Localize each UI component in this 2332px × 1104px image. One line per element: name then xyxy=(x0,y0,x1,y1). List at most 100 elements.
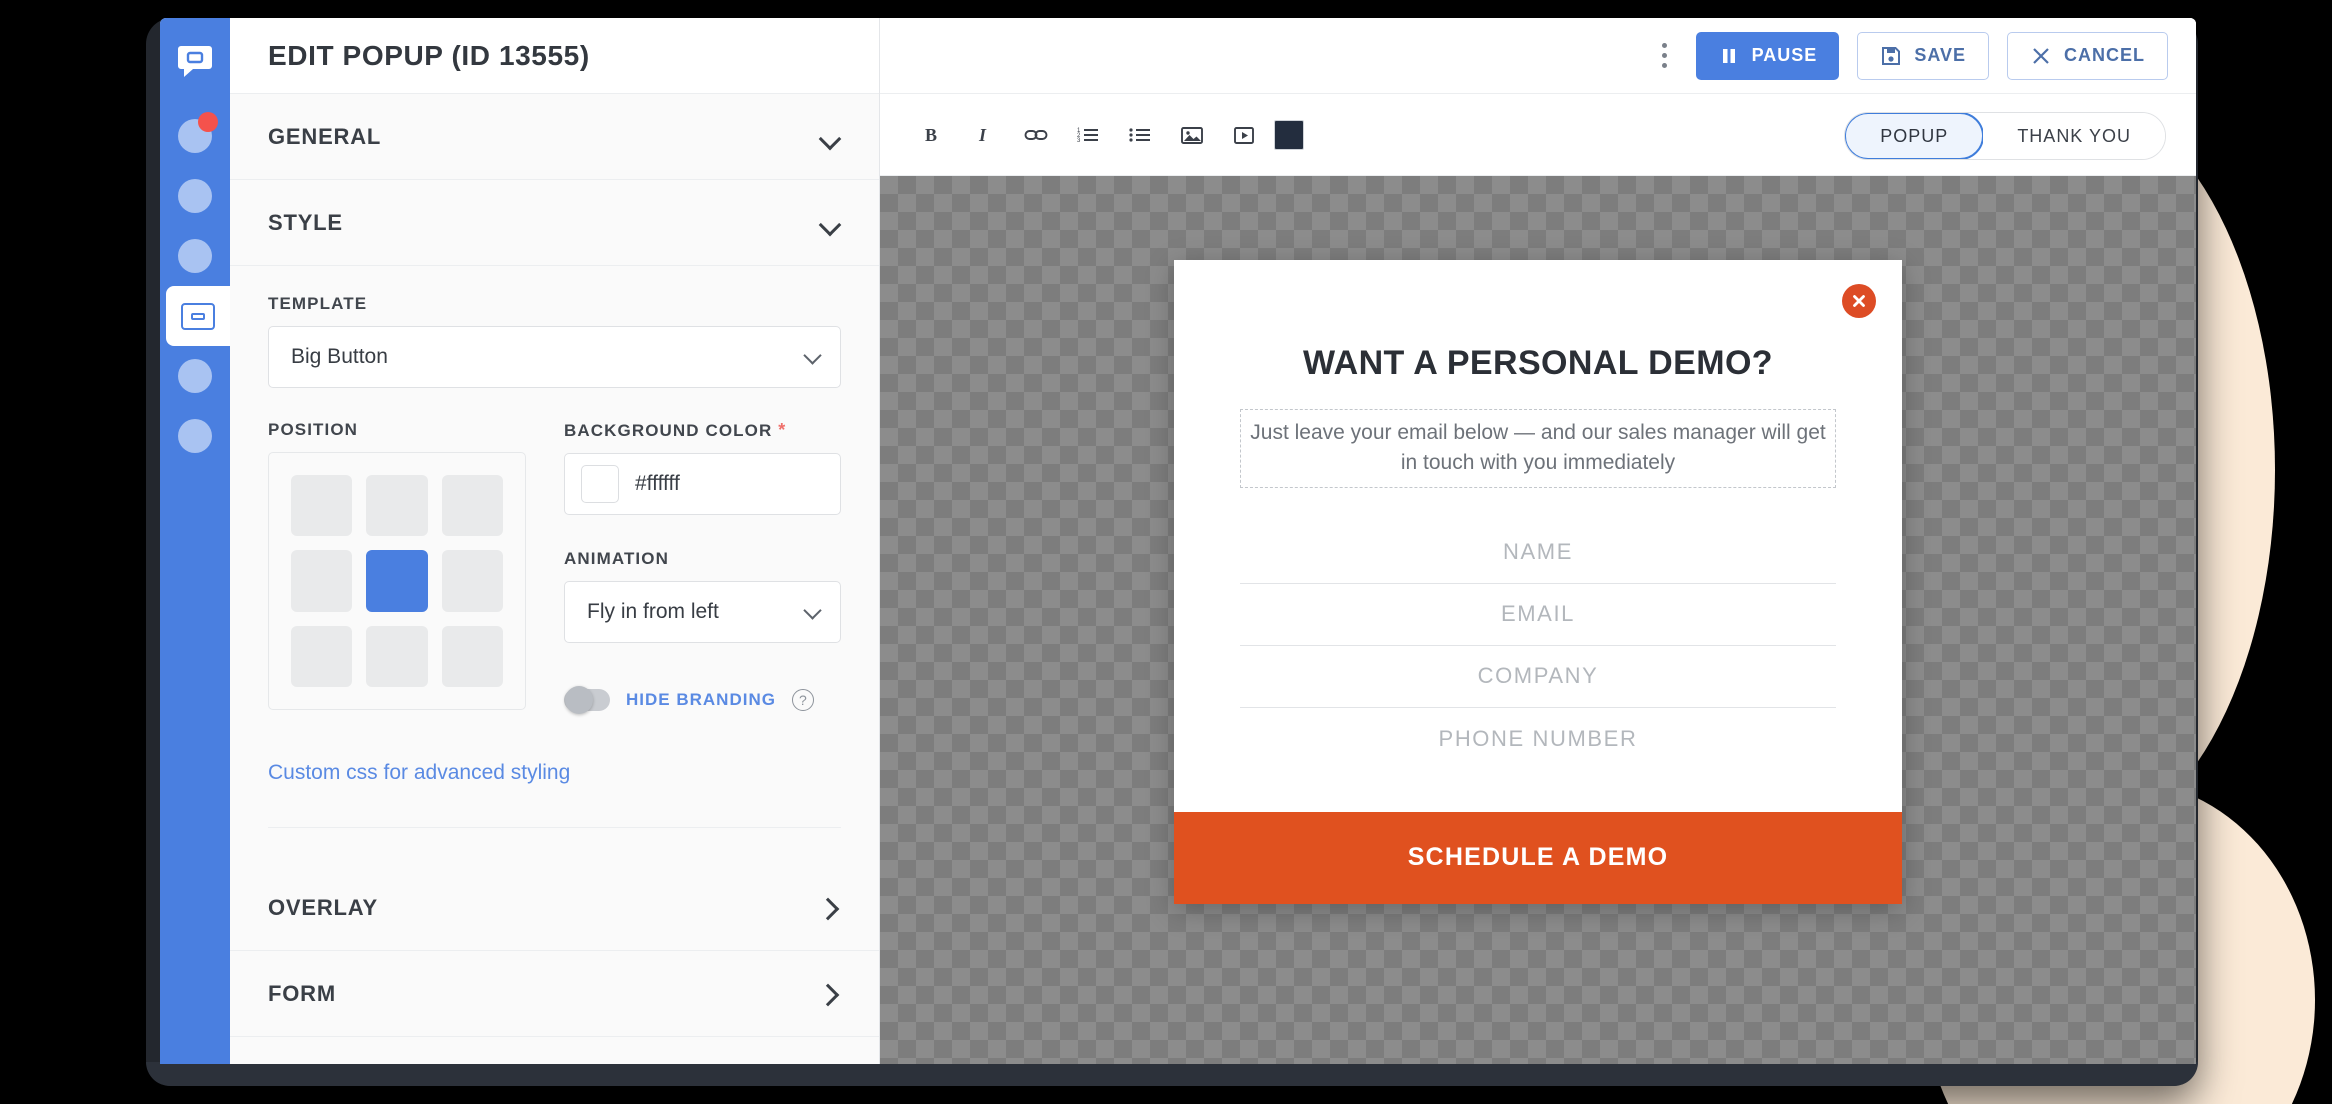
style-section-body: TEMPLATE Big Button POSITION BACKGROUND … xyxy=(230,266,879,865)
cancel-button[interactable]: CANCEL xyxy=(2007,31,2168,80)
required-marker: * xyxy=(778,420,787,440)
chevron-down-icon[interactable] xyxy=(819,126,841,148)
svg-text:3: 3 xyxy=(1077,138,1081,144)
panel-divider xyxy=(268,827,841,828)
popup-heading[interactable]: WANT A PERSONAL DEMO? xyxy=(1240,344,1836,383)
pause-button[interactable]: PAUSE xyxy=(1695,31,1840,80)
circle-placeholder-icon xyxy=(178,419,212,453)
name-field[interactable]: NAME xyxy=(1240,522,1836,584)
position-cell-bottom-center[interactable] xyxy=(366,625,428,687)
hide-branding-label: HIDE BRANDING xyxy=(626,690,776,709)
italic-icon[interactable]: I xyxy=(962,113,1006,157)
position-cell-bottom-right[interactable] xyxy=(441,625,503,687)
chevron-right-icon[interactable] xyxy=(819,983,841,1005)
panel-header: EDIT POPUP (ID 13555) xyxy=(230,18,879,94)
text-color-swatch[interactable] xyxy=(1274,119,1304,150)
editor-area: PAUSE SAVE CANCEL B I 1 2 3 POPUP THANK … xyxy=(880,18,2196,1064)
question-mark-icon[interactable]: ? xyxy=(791,689,814,711)
screen: EDIT POPUP (ID 13555) GENERAL STYLE TEMP… xyxy=(0,0,2332,1104)
accordion-general-label: GENERAL xyxy=(268,123,382,149)
chat-bubble-icon xyxy=(175,40,215,80)
sidebar-item-popups-active[interactable] xyxy=(166,286,230,346)
svg-text:I: I xyxy=(978,125,987,145)
schedule-demo-button[interactable]: SCHEDULE A DEMO xyxy=(1174,811,1902,904)
accordion-overlay-label: OVERLAY xyxy=(268,894,378,920)
accordion-form[interactable]: FORM xyxy=(230,951,879,1037)
video-icon[interactable] xyxy=(1222,113,1266,157)
popup-preview: WANT A PERSONAL DEMO? Just leave your em… xyxy=(1174,260,1902,904)
svg-text:B: B xyxy=(925,125,937,145)
toggle-knob xyxy=(565,686,593,714)
chevron-down-icon[interactable] xyxy=(819,212,841,234)
sidebar-item-6[interactable] xyxy=(160,406,230,466)
save-icon xyxy=(1880,45,1902,67)
accordion-style[interactable]: STYLE xyxy=(230,180,879,266)
ordered-list-icon[interactable]: 123 xyxy=(1066,113,1110,157)
tab-popup[interactable]: POPUP xyxy=(1845,113,1985,159)
cancel-button-label: CANCEL xyxy=(2064,45,2145,65)
phone-number-field[interactable]: PHONE NUMBER xyxy=(1240,708,1836,770)
popup-window-icon xyxy=(181,302,215,330)
bullet-list-icon[interactable] xyxy=(1118,113,1162,157)
background-color-label-text: BACKGROUND COLOR xyxy=(564,421,773,440)
email-field[interactable]: EMAIL xyxy=(1240,584,1836,646)
kebab-menu-icon[interactable] xyxy=(1652,39,1678,73)
animation-label: ANIMATION xyxy=(564,549,669,568)
hide-branding-row: HIDE BRANDING ? xyxy=(564,686,841,714)
tab-thank-you[interactable]: THANK YOU xyxy=(1983,113,2165,159)
settings-panel: EDIT POPUP (ID 13555) GENERAL STYLE TEMP… xyxy=(230,18,880,1064)
custom-css-link[interactable]: Custom css for advanced styling xyxy=(268,761,841,785)
editor-header: PAUSE SAVE CANCEL xyxy=(880,18,2196,94)
animation-select[interactable]: Fly in from left xyxy=(564,581,841,643)
accordion-overlay[interactable]: OVERLAY xyxy=(230,865,879,951)
save-button-label: SAVE xyxy=(1914,45,1966,65)
color-swatch[interactable] xyxy=(581,465,619,503)
accordion-general[interactable]: GENERAL xyxy=(230,94,879,180)
position-grid xyxy=(268,452,526,710)
sidebar-item-2[interactable] xyxy=(160,166,230,226)
sidebar-item-1[interactable] xyxy=(160,106,230,166)
background-color-value: #ffffff xyxy=(635,472,680,495)
position-cell-middle-left[interactable] xyxy=(291,550,353,612)
close-circle-icon[interactable] xyxy=(1842,284,1876,318)
position-cell-top-right[interactable] xyxy=(441,475,503,537)
preview-canvas: WANT A PERSONAL DEMO? Just leave your em… xyxy=(880,176,2196,1064)
image-icon[interactable] xyxy=(1170,113,1214,157)
page-title: EDIT POPUP (ID 13555) xyxy=(268,39,590,71)
background-color-input[interactable]: #ffffff xyxy=(564,453,841,515)
company-field[interactable]: COMPANY xyxy=(1240,646,1836,708)
circle-placeholder-icon xyxy=(178,359,212,393)
rich-text-toolbar: B I 123 POPUP THANK YOU xyxy=(880,94,2196,176)
position-cell-top-center[interactable] xyxy=(366,475,428,537)
circle-placeholder-icon xyxy=(178,239,212,273)
popup-subtitle[interactable]: Just leave your email below — and our sa… xyxy=(1240,409,1836,488)
background-color-label: BACKGROUND COLOR * xyxy=(564,420,841,441)
position-cell-middle-right[interactable] xyxy=(441,550,503,612)
popup-body: WANT A PERSONAL DEMO? Just leave your em… xyxy=(1174,260,1902,770)
popup-form: NAME EMAIL COMPANY PHONE NUMBER xyxy=(1240,522,1836,770)
animation-value: Fly in from left xyxy=(587,600,719,623)
position-cell-bottom-left[interactable] xyxy=(291,625,353,687)
bold-icon[interactable]: B xyxy=(910,113,954,157)
chevron-right-icon[interactable] xyxy=(819,897,841,919)
position-cell-top-left[interactable] xyxy=(291,475,353,537)
pause-icon xyxy=(1718,45,1740,67)
position-label: POSITION xyxy=(268,420,359,439)
chevron-down-icon xyxy=(804,348,822,366)
pause-button-label: PAUSE xyxy=(1751,45,1818,65)
template-label: TEMPLATE xyxy=(268,294,368,313)
template-value: Big Button xyxy=(291,345,388,368)
accordion-style-label: STYLE xyxy=(268,209,343,235)
sidebar-item-3[interactable] xyxy=(160,226,230,286)
hide-branding-toggle[interactable] xyxy=(564,686,610,714)
position-cell-middle-center-selected[interactable] xyxy=(366,550,428,612)
close-icon xyxy=(2030,45,2052,67)
link-icon[interactable] xyxy=(1014,113,1058,157)
circle-placeholder-icon xyxy=(178,179,212,213)
chevron-down-icon xyxy=(804,603,822,621)
accordion-form-label: FORM xyxy=(268,980,336,1006)
template-select[interactable]: Big Button xyxy=(268,326,841,388)
sidebar-item-5[interactable] xyxy=(160,346,230,406)
save-button[interactable]: SAVE xyxy=(1857,31,1989,80)
preview-tabs: POPUP THANK YOU xyxy=(1844,112,2166,160)
